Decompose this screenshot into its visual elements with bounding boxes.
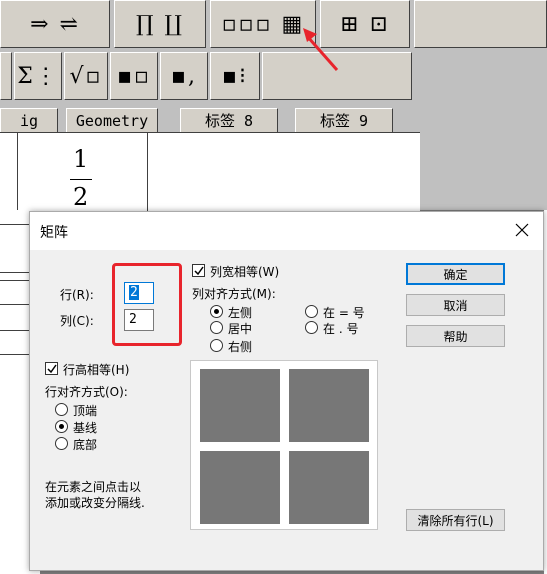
tab-label: Geometry [75,111,149,130]
palette-cell[interactable] [0,133,18,215]
fraction-numerator: 1 [73,145,89,173]
subsup-template-button[interactable]: ▪⁝ [210,52,260,100]
arrow-template-button[interactable]: ⇒ ⇌ [0,0,110,48]
equation-toolbar: ⇒ ⇌ ∏ ∐ ▫▫▫ ▦ ⊞ ⊡ Σ⋮ √▫ ▪▫ ▪, ▪⁝ ig Geom… [0,0,547,215]
tab-label: ig [19,111,39,130]
checkmark-icon [194,266,204,276]
tab-label: 标签 9 [319,112,369,130]
row-align-bottom-label: 底部 [73,438,98,452]
help-label: 帮助 [443,329,468,344]
subsup-symbol: ▪⁝ [222,63,248,89]
fraction-denominator: 2 [73,183,89,211]
row-align-bottom-radio[interactable] [55,437,68,450]
red-arrow-annotation [303,28,339,71]
clear-rows-label: 清除所有行(L) [417,513,494,528]
summation-template-button[interactable]: Σ⋮ [14,52,62,100]
subscript-template-button[interactable]: ▪, [160,52,208,100]
row-align-baseline-label: 基线 [73,421,98,435]
tab-label-8[interactable]: 标签 8 [180,108,278,132]
close-icon[interactable] [513,221,531,239]
tab-big[interactable]: ig [0,108,58,132]
dialog-titlebar: 矩阵 [30,212,543,250]
hint-text-line1: 在元素之间点击以 [45,480,142,494]
highlight-box [112,263,182,346]
tab-label-9[interactable]: 标签 9 [295,108,393,132]
superscript-template-button[interactable]: ▪▫ [110,52,158,100]
col-align-left-radio[interactable] [210,305,223,318]
cancel-label: 取消 [443,298,468,313]
product-template-button[interactable]: ∏ ∐ [114,0,206,48]
toolbar-empty-slot [414,0,547,48]
arrow-symbols: ⇒ ⇌ [30,11,80,37]
rows-label: 行(R): [60,288,94,302]
row-align-top-radio[interactable] [55,403,68,416]
cancel-button[interactable]: 取消 [406,294,505,316]
preview-cell[interactable] [200,451,280,524]
preview-cell[interactable] [200,369,280,442]
col-align-dot-radio[interactable] [305,321,318,334]
hint-text-line2: 添加或改变分隔线. [45,496,145,510]
sqrt-template-button[interactable]: √▫ [64,52,108,100]
matrix-preview[interactable] [190,360,378,530]
help-button[interactable]: 帮助 [406,325,505,347]
col-align-label: 列对齐方式(M): [192,287,276,301]
palette-tabs: ig Geometry 标签 8 标签 9 [0,104,547,132]
subscript-symbol: ▪, [171,63,197,89]
equal-col-width-checkbox[interactable] [192,264,205,277]
col-align-equals-label: 在 = 号 [323,306,365,320]
equal-col-width-label: 列宽相等(W) [210,265,280,279]
clear-rows-button[interactable]: 清除所有行(L) [406,509,505,531]
cols-label: 列(C): [60,314,94,328]
superscript-symbol: ▪▫ [117,63,151,89]
col-align-dot-label: 在 . 号 [323,322,359,336]
row-align-baseline-radio[interactable] [55,420,68,433]
toolbar-edge [0,52,12,100]
col-align-right-label: 右侧 [228,340,253,354]
dialog-title: 矩阵 [40,225,68,241]
summation-symbol: Σ⋮ [17,63,59,89]
preview-cell[interactable] [289,451,369,524]
template-palette: 1 2 [0,132,420,215]
col-align-right-radio[interactable] [210,339,223,352]
product-symbols: ∏ ∐ [135,11,184,37]
ok-label: 确定 [443,267,468,282]
matrix-symbols: ▫▫▫ ▦ [221,11,305,37]
preview-cell[interactable] [289,369,369,442]
col-align-equals-radio[interactable] [305,305,318,318]
equal-row-height-checkbox[interactable] [45,362,58,375]
row-align-top-label: 顶端 [73,404,98,418]
col-align-center-radio[interactable] [210,321,223,334]
col-align-left-label: 左侧 [228,306,253,320]
fraction-bar [70,179,92,180]
checkmark-icon [47,364,57,374]
sqrt-symbol: √▫ [69,63,103,89]
ok-button[interactable]: 确定 [406,263,505,285]
row-align-label: 行对齐方式(O): [45,385,128,399]
equal-row-height-label: 行高相等(H) [63,363,130,377]
col-align-center-label: 居中 [228,322,253,336]
tab-label: 标签 8 [204,112,254,130]
fraction-palette-cell[interactable]: 1 2 [18,133,148,215]
tab-geometry[interactable]: Geometry [66,108,158,132]
